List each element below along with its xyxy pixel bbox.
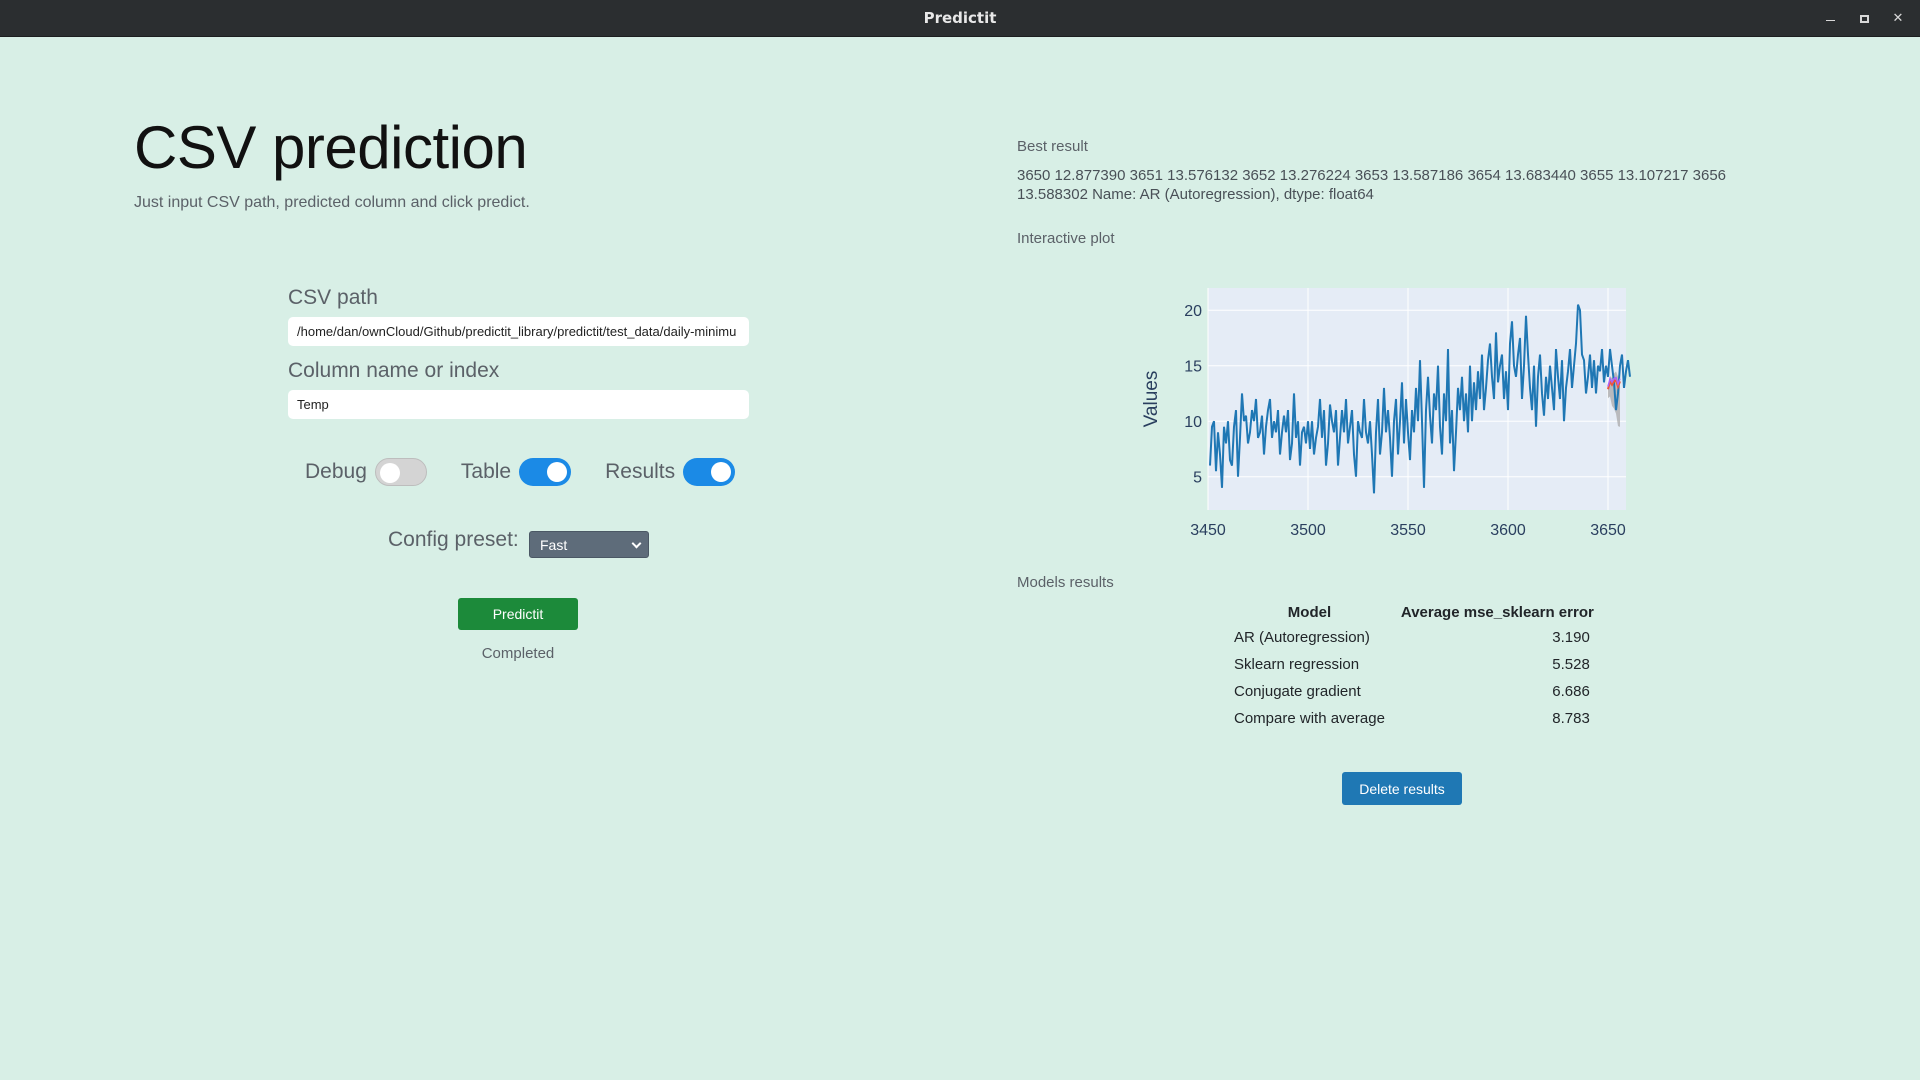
interactive-plot-label: Interactive plot [1017,230,1115,247]
table-header-model: Model [1287,604,1332,621]
table-row: AR (Autoregression) 3.190 [1224,625,1600,652]
column-input[interactable]: Temp [288,390,749,419]
page-title: CSV prediction [134,114,528,181]
toggle-row: Debug Table Results [305,458,736,486]
debug-toggle[interactable] [374,458,427,486]
table-row: Conjugate gradient 6.686 [1224,679,1600,706]
table-row: Sklearn regression 5.528 [1224,652,1600,679]
y-axis-label: Values [1141,371,1162,428]
model-name: Conjugate gradient [1234,683,1361,700]
y-tick-label: 5 [1193,470,1202,487]
minimize-icon[interactable] [1822,11,1838,27]
predict-button[interactable]: Predictit [458,598,578,630]
x-tick-label: 3450 [1190,522,1226,539]
x-tick-label: 3600 [1490,522,1526,539]
debug-toggle-label: Debug [305,460,367,483]
table-row: Compare with average 8.783 [1224,706,1600,733]
table-header-error: Average mse_sklearn error [1400,604,1594,621]
best-result-text: 3650 12.877390 3651 13.576132 3652 13.27… [1017,167,1727,203]
model-error: 8.783 [1552,710,1590,727]
close-icon[interactable]: ✕ [1890,11,1906,27]
window-title: Predictit [923,9,997,27]
y-tick-label: 15 [1184,359,1202,376]
table-toggle-label: Table [460,460,512,483]
model-error: 3.190 [1552,629,1590,646]
delete-results-button[interactable]: Delete results [1342,772,1462,805]
column-label: Column name or index [288,359,500,382]
page-subtitle: Just input CSV path, predicted column an… [134,194,530,211]
window-controls: ✕ [1822,0,1906,37]
config-preset-label: Config preset: [388,528,519,551]
models-results-label: Models results [1017,574,1114,591]
model-name: Sklearn regression [1234,656,1360,673]
status-text: Completed [481,645,555,662]
chevron-down-icon [631,538,642,549]
table-header-row: Model Average mse_sklearn error [1224,602,1600,625]
y-tick-label: 20 [1184,303,1202,320]
config-preset-select[interactable]: Fast [529,531,649,558]
results-toggle-label: Results [605,460,676,483]
interactive-plot[interactable]: 3450 3500 3550 3600 3650 5 10 15 20 Values [1130,280,1650,545]
models-results-table: Model Average mse_sklearn error AR (Auto… [1224,602,1600,733]
model-name: AR (Autoregression) [1234,629,1370,646]
results-toggle[interactable] [683,458,736,486]
model-name: Compare with average [1234,710,1385,727]
window-titlebar: Predictit ✕ [0,0,1920,37]
table-toggle[interactable] [519,458,572,486]
best-result-label: Best result [1017,138,1088,155]
x-tick-label: 3500 [1290,522,1326,539]
config-preset-value: Fast [540,536,568,553]
maximize-icon[interactable] [1856,11,1872,27]
y-tick-label: 10 [1184,414,1202,431]
x-tick-label: 3550 [1390,522,1426,539]
plot-svg[interactable]: 3450 3500 3550 3600 3650 5 10 15 20 Values [1130,280,1650,540]
csv-path-label: CSV path [288,286,378,309]
model-error: 5.528 [1552,656,1590,673]
csv-path-input[interactable]: /home/dan/ownCloud/Github/predictit_libr… [288,317,749,346]
model-error: 6.686 [1552,683,1590,700]
x-tick-label: 3650 [1590,522,1626,539]
